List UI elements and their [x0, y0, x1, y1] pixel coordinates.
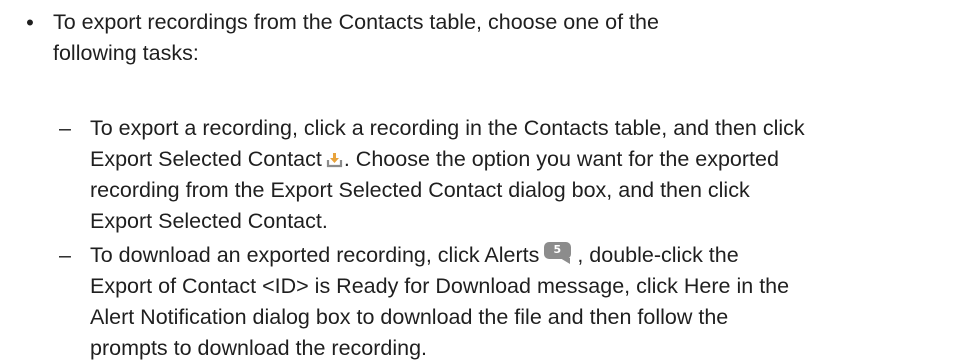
sub-item-line: To download an exported recording, click…	[90, 240, 960, 271]
sub-item-line: Export Selected Contact.	[90, 209, 328, 233]
sub-item-text-after-icon: . Choose the option you want for the exp…	[343, 147, 779, 171]
export-download-icon	[326, 146, 343, 168]
bullet-glyph: •	[26, 10, 34, 35]
sub-item-text-after-icon: , double-click the	[577, 243, 739, 267]
bullet-text: To export recordings from the Contacts t…	[53, 7, 853, 69]
bullet-line-1: To export recordings from the Contacts t…	[53, 10, 659, 34]
sub-item-text-before-icon: To download an exported recording, click…	[90, 243, 540, 267]
alerts-badge-icon: 5	[543, 241, 575, 265]
sub-item-line: prompts to download the recording.	[90, 336, 428, 360]
export-selected-contact-label: Export Selected Contact	[90, 147, 322, 171]
alerts-count: 5	[553, 243, 562, 256]
document-page: • To export recordings from the Contacts…	[0, 0, 968, 362]
sub-item-dash: –	[59, 116, 71, 140]
bullet-line-2: following tasks:	[53, 41, 199, 65]
sub-item-line: Export Selected Contact . Choose the opti…	[90, 144, 960, 175]
sub-item-text: To export a recording, click a recording…	[90, 113, 960, 237]
sub-item-line: Alert Notification dialog box to downloa…	[90, 305, 729, 329]
sub-item-dash: –	[59, 243, 71, 267]
sub-item-text: To download an exported recording, click…	[90, 240, 960, 364]
sub-item-line: Export of Contact <ID> is Ready for Down…	[90, 274, 790, 298]
sub-item-line: To export a recording, click a recording…	[90, 116, 805, 140]
sub-item-line: recording from the Export Selected Conta…	[90, 178, 750, 202]
